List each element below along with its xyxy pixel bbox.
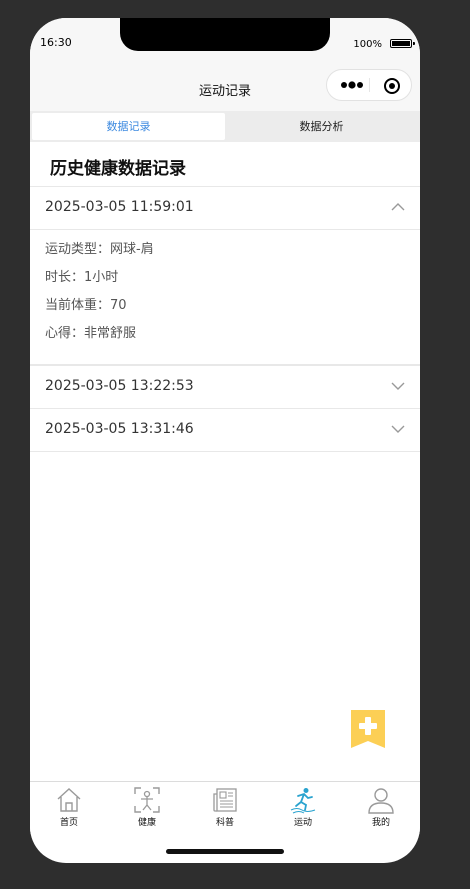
segmented-tabs: 数据记录 数据分析: [30, 111, 420, 142]
detail-duration: 时长：1小时: [45, 270, 119, 285]
record-date: 2025-03-05 13:22:53: [45, 378, 194, 394]
tabbar-label: 我的: [371, 818, 390, 828]
record-date: 2025-03-05 13:31:46: [45, 421, 194, 437]
detail-weight: 当前体重：70: [45, 298, 127, 313]
tabbar-label: 首页: [59, 818, 78, 828]
device-notch: [120, 18, 330, 51]
close-miniprogram-icon[interactable]: [383, 77, 401, 95]
menu-capsule: [326, 69, 412, 101]
record-header-collapsed[interactable]: 2025-03-05 13:31:46: [30, 409, 420, 452]
battery-percentage: 100%: [353, 39, 382, 50]
home-icon: [57, 788, 81, 812]
running-icon: [290, 788, 316, 814]
record-header-expanded[interactable]: 2025-03-05 11:59:01: [30, 187, 420, 230]
profile-icon: [368, 788, 394, 814]
home-indicator[interactable]: [166, 849, 284, 854]
tabbar-label: 健康: [137, 818, 156, 828]
battery-icon: [390, 39, 415, 48]
chevron-down-icon[interactable]: [390, 423, 406, 435]
tab-data-analysis[interactable]: 数据分析: [225, 113, 418, 140]
detail-exercise-type: 运动类型：网球-肩: [45, 242, 154, 257]
body-scan-icon: [134, 787, 160, 813]
record-date: 2025-03-05 11:59:01: [45, 199, 194, 215]
tabbar-item-science[interactable]: 科普: [186, 782, 264, 834]
record-details: 运动类型：网球-肩 时长：1小时 当前体重：70 心得：非常舒服: [30, 230, 420, 366]
navigation-bar: 运动记录: [30, 68, 420, 111]
tabbar-label: 运动: [293, 818, 312, 828]
bottom-tab-bar: 首页 健康 科普 运动 我的: [30, 781, 420, 834]
more-icon[interactable]: [339, 78, 367, 92]
records-list: 2025-03-05 11:59:01 运动类型：网球-肩 时长：1小时 当前体…: [30, 186, 420, 452]
record-header-collapsed[interactable]: 2025-03-05 13:22:53: [30, 366, 420, 409]
capsule-divider: [369, 78, 370, 92]
status-time: 16:30: [40, 36, 72, 49]
record-item: 2025-03-05 13:31:46: [30, 409, 420, 452]
tabbar-item-home[interactable]: 首页: [30, 782, 108, 834]
add-bookmark-icon[interactable]: [351, 710, 385, 748]
detail-notes: 心得：非常舒服: [45, 326, 137, 341]
tabbar-item-exercise[interactable]: 运动: [264, 782, 342, 834]
tabbar-item-profile[interactable]: 我的: [342, 782, 420, 834]
record-item: 2025-03-05 13:22:53: [30, 366, 420, 409]
tabbar-item-health[interactable]: 健康: [108, 782, 186, 834]
record-item: 2025-03-05 11:59:01 运动类型：网球-肩 时长：1小时 当前体…: [30, 187, 420, 366]
section-title: 历史健康数据记录: [50, 159, 186, 179]
phone-frame: 16:30 100% 运动记录 数据记录 数据分析 历史健康数据记录 2025-…: [30, 18, 420, 863]
chevron-up-icon[interactable]: [390, 201, 406, 213]
tabbar-label: 科普: [215, 818, 234, 828]
chevron-down-icon[interactable]: [390, 380, 406, 392]
tab-data-records[interactable]: 数据记录: [32, 113, 225, 140]
newspaper-icon: [213, 788, 237, 812]
